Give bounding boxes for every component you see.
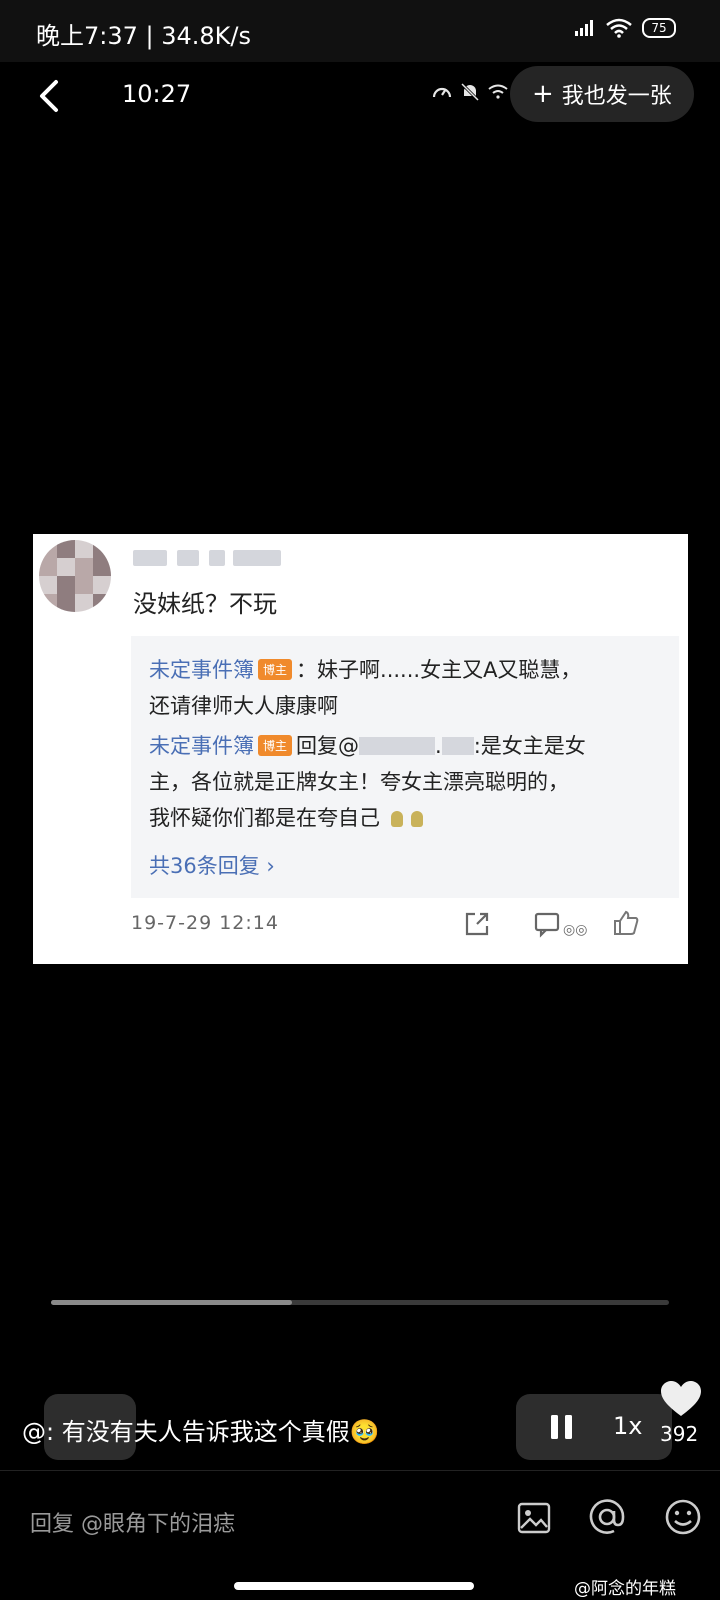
comment-icon[interactable] bbox=[533, 910, 561, 938]
inner-time: 10:27 bbox=[122, 80, 192, 108]
home-indicator[interactable] bbox=[234, 1582, 474, 1590]
reply-2-line-1: 未定事件簿 博主 回复@. :是女主是女 bbox=[149, 730, 586, 760]
post-one-too-button[interactable]: + 我也发一张 bbox=[510, 66, 694, 122]
share-icon[interactable] bbox=[463, 910, 491, 938]
comment-date: 19-7-29 12:14 bbox=[131, 912, 279, 934]
blurred-mention bbox=[441, 737, 474, 755]
reply-2-line-2: 主，各位就是正牌女主！夸女主漂亮聪明的， bbox=[149, 770, 569, 794]
mute-bell-icon bbox=[460, 82, 480, 102]
weibo-logo-icon: ◎◎ bbox=[563, 922, 588, 938]
avatar bbox=[39, 540, 111, 612]
progress-fill bbox=[51, 1300, 293, 1305]
like-count: 392 bbox=[660, 1422, 699, 1446]
like-heart-icon[interactable] bbox=[660, 1380, 702, 1418]
battery-level: 75 bbox=[651, 21, 667, 35]
reply-1-line-2: 还请律师大人康康啊 bbox=[149, 694, 338, 718]
blurred-username bbox=[133, 546, 283, 570]
reply-box: 未定事件簿 博主 ：妹子啊......女主又A又聪慧， 还请律师大人康康啊 未定事件… bbox=[131, 636, 679, 898]
back-button[interactable] bbox=[30, 72, 70, 120]
reply-username[interactable]: 未定事件簿 bbox=[149, 658, 254, 682]
progress-bar[interactable] bbox=[51, 1300, 669, 1305]
at-mention-icon[interactable] bbox=[588, 1498, 626, 1536]
reply-input[interactable]: 回复 @眼角下的泪痣 bbox=[30, 1506, 450, 1538]
divider bbox=[0, 1470, 720, 1471]
pause-button[interactable] bbox=[548, 1412, 576, 1442]
reply-username[interactable]: 未定事件簿 bbox=[149, 734, 254, 758]
bulb-icon bbox=[410, 811, 423, 827]
signal-icon bbox=[575, 20, 593, 36]
battery-icon: 75 bbox=[642, 18, 676, 38]
caption-text: @: 有没有夫人告诉我这个真假🥹 bbox=[22, 1418, 380, 1446]
more-replies-link[interactable]: 共36条回复 › bbox=[149, 850, 275, 880]
author-badge: 博主 bbox=[258, 735, 293, 756]
blurred-mention bbox=[359, 737, 436, 755]
speed-button[interactable]: 1x bbox=[613, 1412, 642, 1440]
speed-gauge-icon bbox=[432, 87, 452, 98]
reply-middle: . bbox=[435, 734, 442, 758]
author-badge: 博主 bbox=[258, 659, 293, 680]
reply-prefix: 回复@ bbox=[296, 734, 360, 758]
reply-2-line-3: 我怀疑你们都是在夸自己 bbox=[149, 802, 423, 832]
bulb-icon bbox=[390, 811, 403, 827]
wifi-small-icon bbox=[488, 84, 508, 99]
reply-text: 我怀疑你们都是在夸自己 bbox=[149, 806, 380, 830]
shared-screenshot-card[interactable]: 没妹纸？不玩 未定事件簿 博主 ：妹子啊......女主又A又聪慧， 还请律师大人康… bbox=[33, 534, 688, 964]
status-time: 晚上7:37 | 34.8K/s bbox=[36, 22, 252, 50]
watermark: @阿念的年糕 bbox=[574, 1579, 676, 1599]
plus-icon: + bbox=[532, 79, 554, 109]
reply-1-line-1: 未定事件簿 博主 ：妹子啊......女主又A又聪慧， bbox=[149, 654, 581, 684]
inner-status-icons bbox=[432, 82, 508, 102]
reply-suffix: :是女主是女 bbox=[473, 734, 586, 758]
wifi-icon bbox=[606, 18, 632, 38]
status-icons: 75 bbox=[574, 18, 676, 38]
reply-text: ：妹子啊......女主又A又聪慧， bbox=[296, 658, 582, 682]
playback-controls bbox=[516, 1394, 672, 1460]
post-button-label: 我也发一张 bbox=[561, 84, 672, 109]
thumbs-up-icon[interactable] bbox=[611, 908, 641, 938]
emoji-icon[interactable] bbox=[664, 1498, 702, 1536]
comment-text: 没妹纸？不玩 bbox=[133, 590, 277, 618]
image-icon[interactable] bbox=[516, 1500, 552, 1536]
